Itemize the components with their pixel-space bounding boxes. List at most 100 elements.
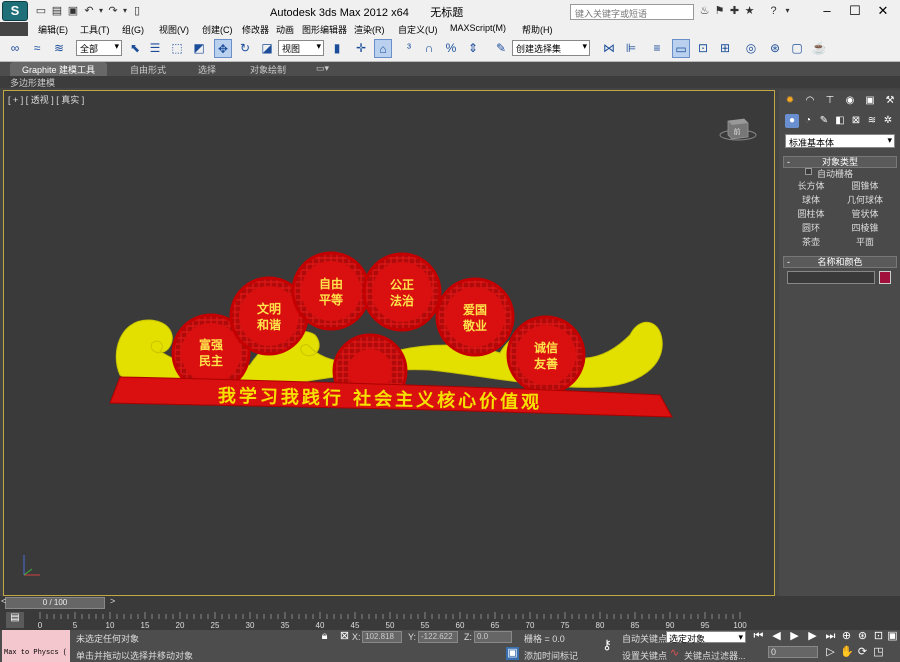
teapot-button[interactable]: 茶壶 [785,236,837,248]
torus-button[interactable]: 圆环 [785,222,837,234]
cylinder-button[interactable]: 圆柱体 [785,208,837,220]
select-link-icon[interactable]: ∞ [6,39,24,58]
communication-center-icon[interactable]: ✚ [727,4,742,18]
display-tab-icon[interactable]: ▣ [863,94,877,108]
menu-maxscript[interactable]: MAXScript(M) [450,23,506,33]
key-mode-dropdown[interactable]: 选定对象 [666,631,746,644]
menu-rendering[interactable]: 渲染(R) [354,23,385,36]
help-dropdown-icon[interactable]: ▾ [780,4,795,18]
plane-button[interactable]: 平面 [839,236,891,248]
menu-animation[interactable]: 动画 [276,23,294,36]
rect-selection-icon[interactable]: ⬚ [168,39,186,58]
layer-manager-icon[interactable]: ≡ [648,39,666,58]
favorites-star-icon[interactable]: ★ [742,4,757,18]
current-frame-field[interactable]: 0 [768,646,818,658]
spinner-snap-icon[interactable]: ⇕ [464,39,482,58]
pyramid-button[interactable]: 四棱锥 [839,222,891,234]
next-frame-icon[interactable]: ▶ [806,630,819,643]
hierarchy-tab-icon[interactable]: ⊤ [823,94,837,108]
save-file-icon[interactable]: ▣ [66,4,80,18]
zoom-all-icon[interactable]: ⊛ [856,630,869,643]
object-color-swatch[interactable] [879,271,891,284]
tab-object-paint[interactable]: 对象绘制 [250,63,286,76]
cone-button[interactable]: 圆锥体 [839,180,891,192]
z-coord-field[interactable]: 0.0 [474,631,512,643]
previous-frame-icon[interactable]: ◀ [770,630,783,643]
select-object-icon[interactable]: ⬉ [126,39,144,58]
box-button[interactable]: 长方体 [785,180,837,192]
lock-selection-icon[interactable]: 🔒︎ [318,630,331,643]
go-to-start-icon[interactable]: ⏮ [752,630,765,643]
category-dropdown[interactable]: 标准基本体 [785,134,895,148]
render-setup-icon[interactable]: ⊛ [766,39,784,58]
maximize-viewport-icon[interactable]: ◳ [872,646,885,659]
viewcube[interactable]: 前 [718,113,758,143]
angle-snap-icon[interactable]: ∩ [420,39,438,58]
app-menu-button[interactable]: S [2,1,28,21]
minimize-button[interactable]: – [812,2,842,20]
scene-sign-model[interactable]: 富强 民主 文明 和谐 自由 平等 公正 法治 爱国 敬业 诚信 友善 我学习我… [100,225,680,425]
slider-prev-icon[interactable]: < [1,596,6,606]
lights-icon[interactable]: ✎ [817,114,831,128]
menu-modifiers[interactable]: 修改器 [242,23,269,36]
key-icon[interactable]: ⚷ [598,638,616,651]
shapes-icon[interactable]: ◔ [801,114,815,128]
cameras-icon[interactable]: ◧ [833,114,847,128]
maxscript-listener[interactable]: Max to Physcs ( [2,630,70,662]
geosphere-button[interactable]: 几何球体 [839,194,891,206]
tab-freeform[interactable]: 自由形式 [130,63,166,76]
systems-icon[interactable]: ✲ [881,114,895,128]
tab-graphite-modeling[interactable]: Graphite 建模工具 [10,62,108,76]
x-coord-field[interactable]: 102.818 [362,631,402,643]
menu-tools[interactable]: 工具(T) [80,23,110,36]
render-production-icon[interactable]: ☕ [810,39,828,58]
manipulate-icon[interactable]: ✛ [352,39,370,58]
mirror-icon[interactable]: ⋈ [600,39,618,58]
absolute-mode-icon[interactable]: ⊠ [338,630,351,643]
pivot-center-icon[interactable]: ▮ [328,39,346,58]
y-coord-field[interactable]: -122.622 [418,631,458,643]
zoom-icon[interactable]: ⊕ [840,630,853,643]
pan-icon[interactable]: ✋ [840,646,854,659]
tube-button[interactable]: 管状体 [839,208,891,220]
selection-filter-dropdown[interactable]: 全部 [76,40,122,56]
open-file-icon[interactable]: ▤ [50,4,64,18]
space-warps-icon[interactable]: ≋ [865,114,879,128]
name-color-rollout[interactable]: - 名称和颜色 [783,256,897,268]
binoculars-icon[interactable]: ♨ [697,4,712,18]
edit-named-selection-icon[interactable]: ✎ [492,39,510,58]
maximize-button[interactable]: ☐ [840,2,870,20]
play-icon[interactable]: ▶ [788,630,801,643]
motion-tab-icon[interactable]: ◉ [843,94,857,108]
time-tag-icon[interactable]: ▣ [506,647,519,660]
menu-help[interactable]: 帮助(H) [522,23,553,36]
menu-create[interactable]: 创建(C) [202,23,233,36]
select-scale-icon[interactable]: ◪ [258,39,276,58]
menu-views[interactable]: 视图(V) [159,23,189,36]
tab-selection[interactable]: 选择 [198,63,216,76]
new-file-icon[interactable]: ▭ [34,4,48,18]
named-selection-dropdown[interactable]: 创建选择集 [512,40,590,56]
viewport-label[interactable]: [ + ] [ 透视 ] [ 真实 ] [8,93,84,106]
menu-customize[interactable]: 自定义(U) [398,23,438,36]
time-slider-thumb[interactable]: 0 / 100 [5,597,105,609]
set-key-button[interactable]: 设置关键点 [622,649,667,662]
ribbon-options-icon[interactable]: ▭▾ [316,63,329,74]
menu-graph-editors[interactable]: 图形编辑器 [302,23,347,36]
select-move-icon[interactable]: ✥ [214,39,232,58]
create-tab-icon[interactable]: ✹ [783,94,797,108]
select-by-name-icon[interactable]: ☰ [146,39,164,58]
utilities-tab-icon[interactable]: ⚒ [883,94,897,108]
help-icon[interactable]: ? [766,4,781,18]
menu-edit[interactable]: 编辑(E) [38,23,68,36]
mini-curve-editor-icon[interactable]: ▤ [6,612,24,628]
panel-polygon-modeling[interactable]: 多边形建模 [10,76,55,89]
project-folder-icon[interactable]: ▯ [130,4,144,18]
close-button[interactable]: ✕ [868,2,898,20]
zoom-extents-icon[interactable]: ⊡ [872,630,885,643]
rendered-frame-icon[interactable]: ▢ [788,39,806,58]
menu-group[interactable]: 组(G) [122,23,144,36]
snaps-toggle-icon[interactable]: ³ [400,39,418,58]
subscription-icon[interactable]: ⚑ [712,4,727,18]
bind-space-warp-icon[interactable]: ≋ [50,39,68,58]
